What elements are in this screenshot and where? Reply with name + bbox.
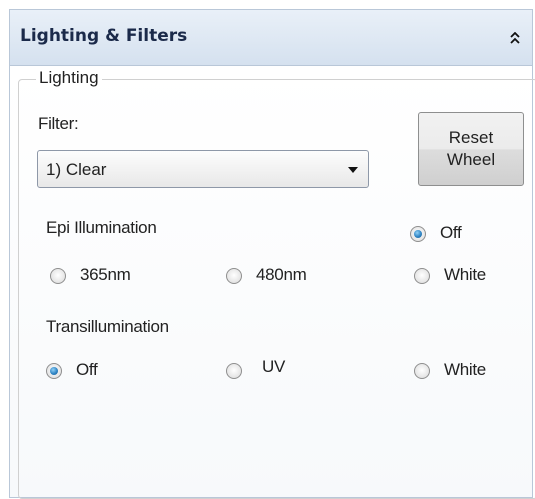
epi-480nm-label[interactable]: 480nm [256, 265, 307, 285]
reset-wheel-button-label: Reset Wheel [446, 128, 496, 169]
transillumination-label: Transillumination [46, 317, 169, 336]
trans-white-label[interactable]: White [444, 360, 486, 380]
panel-title: Lighting & Filters [20, 26, 188, 46]
trans-off-label[interactable]: Off [76, 360, 98, 380]
filter-dropdown-value: 1) Clear [46, 160, 107, 179]
chevron-down-icon [348, 167, 358, 173]
epi-white-label[interactable]: White [444, 265, 486, 285]
epi-365nm-radio[interactable] [50, 268, 66, 284]
trans-uv-radio[interactable] [226, 363, 242, 379]
filter-dropdown[interactable]: 1) Clear [37, 150, 369, 188]
trans-uv-label[interactable]: UV [262, 357, 285, 377]
trans-white-radio[interactable] [414, 363, 430, 379]
epi-480nm-radio[interactable] [226, 268, 242, 284]
panel-header[interactable]: Lighting & Filters [10, 10, 532, 66]
epi-illumination-label: Epi Illumination [46, 218, 157, 237]
lighting-group-title: Lighting [36, 68, 102, 88]
epi-365nm-label[interactable]: 365nm [80, 265, 131, 285]
epi-off-radio[interactable] [410, 226, 426, 242]
filter-label: Filter: [38, 114, 79, 133]
epi-white-radio[interactable] [414, 268, 430, 284]
epi-off-label[interactable]: Off [440, 223, 462, 243]
double-chevron-up-icon[interactable] [510, 32, 520, 44]
reset-wheel-button[interactable]: Reset Wheel [418, 112, 524, 186]
trans-off-radio[interactable] [46, 363, 62, 379]
